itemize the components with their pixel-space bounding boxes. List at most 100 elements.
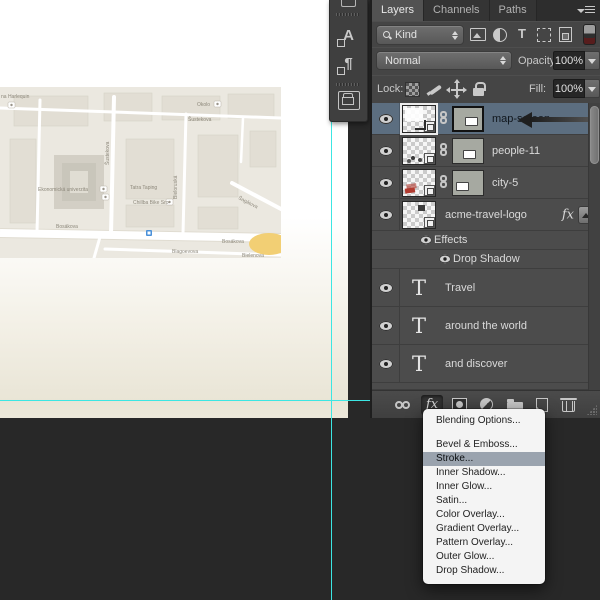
dock-gripper[interactable] [336,13,360,16]
scrollbar-thumb[interactable] [590,106,599,164]
menu-item-blending-options[interactable]: Blending Options... [423,414,545,428]
eye-cell [372,135,400,166]
layer-list: map-screen... people-11 city-5 acme-travel-… [372,103,600,390]
layer-name[interactable]: Travel [445,282,475,294]
panel-tabs: Layers Channels Paths [372,0,600,21]
layer-name[interactable]: and discover [445,358,507,370]
visibility-eye-icon[interactable] [420,235,432,245]
visibility-eye-icon[interactable] [379,113,393,124]
horizontal-guide[interactable] [0,400,370,401]
menu-item-gradient-overlay[interactable]: Gradient Overlay... [423,522,545,536]
map-label: Okolo [197,102,210,108]
tab-layers[interactable]: Layers [372,0,425,21]
visibility-eye-icon[interactable] [439,254,451,264]
menu-item-pattern-overlay[interactable]: Pattern Overlay... [423,536,545,550]
tab-channels[interactable]: Channels [424,0,490,21]
pixel-layer-filter-icon[interactable] [469,26,487,42]
fill-dropdown-button[interactable] [585,79,600,98]
map-label: Bosákova [56,224,78,230]
eye-cell [372,103,400,134]
visibility-eye-icon[interactable] [379,282,393,293]
opacity-dropdown-button[interactable] [585,51,600,70]
blend-mode-value: Normal [385,54,421,67]
visibility-eye-icon[interactable] [379,358,393,369]
map-label: Bielenova [242,253,264,258]
text-layer-thumbnail[interactable]: T [402,276,436,300]
lock-move-icon[interactable] [446,79,467,99]
kind-filter-label: Kind [395,29,418,41]
lock-all-icon[interactable] [472,82,488,97]
layer-comps-icon[interactable] [338,91,360,110]
mask-link-icon[interactable] [440,174,449,191]
visibility-eye-icon[interactable] [379,145,393,156]
menu-item-stroke[interactable]: Stroke... [423,452,545,466]
menu-item-outer-glow[interactable]: Outer Glow... [423,550,545,564]
link-layers-button[interactable] [393,395,415,415]
layers-panel: Layers Channels Paths Kind T Normal Opacit… [370,0,600,418]
dropdown-arrows-icon [500,56,506,65]
document-canvas: na Harlequin Okolo Šustekova Šustekova Ekono… [0,0,348,418]
mask-link-icon[interactable] [440,142,449,159]
fill-value[interactable]: 100% [553,79,585,98]
layer-thumbnail[interactable] [402,136,436,165]
layer-row-travel[interactable]: T Travel [372,269,600,307]
scrollbar[interactable] [588,103,600,390]
partial-panel-icon[interactable] [341,0,356,7]
blend-mode-dropdown[interactable]: Normal [376,51,512,70]
tab-paths[interactable]: Paths [489,0,537,21]
menu-item-inner-glow[interactable]: Inner Glow... [423,480,545,494]
layer-row-around-the-world[interactable]: Taround the world [372,307,600,345]
layer-row-city-5[interactable]: city-5 [372,167,600,199]
effect-row-effects[interactable]: Effects [372,231,600,250]
menu-item-inner-shadow[interactable]: Inner Shadow... [423,466,545,480]
map-label: na Harlequin [1,94,30,100]
text-layer-thumbnail[interactable]: T [402,352,436,376]
map-label: Tatra Taping [130,185,157,191]
lock-transparency-icon[interactable] [405,82,420,97]
opacity-value[interactable]: 100% [553,51,585,70]
layer-rows: map-screen... people-11 city-5 acme-travel-… [372,103,600,390]
character-styles-icon[interactable]: A [330,24,367,48]
layer-name[interactable]: people-11 [492,145,540,157]
layer-row-acme-travel-logo[interactable]: acme-travel-logo fx [372,199,600,231]
panel-menu-icon[interactable] [577,6,595,16]
delete-layer-button[interactable] [558,395,580,415]
visibility-eye-icon[interactable] [379,177,393,188]
layer-name[interactable]: map-screen... [492,113,559,125]
panel-menu-lines [585,6,595,15]
adjustment-layer-filter-icon[interactable] [491,26,509,42]
menu-item-color-overlay[interactable]: Color Overlay... [423,508,545,522]
text-layer-thumbnail[interactable]: T [402,314,436,338]
fx-badge[interactable]: fx [562,207,574,222]
map-label: Bosákova [222,239,244,245]
layer-row-people-11[interactable]: people-11 [372,135,600,167]
layer-name[interactable]: around the world [445,320,527,332]
layer-mask-thumbnail[interactable] [452,169,484,196]
layer-name[interactable]: acme-travel-logo [445,209,527,221]
layer-name[interactable]: city-5 [492,177,518,189]
visibility-eye-icon[interactable] [379,320,393,331]
layer-thumbnail[interactable] [402,168,436,197]
lock-paint-icon[interactable] [427,82,443,97]
dock-gripper[interactable] [336,83,360,86]
kind-filter-dropdown[interactable]: Kind [376,25,464,45]
layer-filter-row: Kind T [372,21,600,48]
type-layer-filter-icon[interactable]: T [513,26,531,42]
layer-mask-thumbnail[interactable] [452,137,484,164]
shape-layer-filter-icon[interactable] [535,26,553,42]
layer-filtering-toggle[interactable] [583,24,596,45]
menu-item-bevel-emboss[interactable]: Bevel & Emboss... [423,438,545,452]
layer-row-and-discover[interactable]: Tand discover [372,345,600,383]
effect-row-drop-shadow[interactable]: Drop Shadow [372,250,600,269]
paragraph-styles-icon[interactable]: ¶ [330,52,367,76]
layer-thumbnail[interactable] [402,104,436,133]
visibility-eye-icon[interactable] [379,209,393,220]
layer-mask-thumbnail[interactable] [452,105,484,132]
layer-row-map-screen[interactable]: map-screen... [372,103,600,135]
menu-item-satin[interactable]: Satin... [423,494,545,508]
menu-item-drop-shadow[interactable]: Drop Shadow... [423,564,545,578]
smart-object-filter-icon[interactable] [557,26,575,42]
mask-link-icon[interactable] [440,110,449,127]
panel-resize-grip[interactable] [587,405,597,415]
layer-thumbnail[interactable] [402,200,436,229]
